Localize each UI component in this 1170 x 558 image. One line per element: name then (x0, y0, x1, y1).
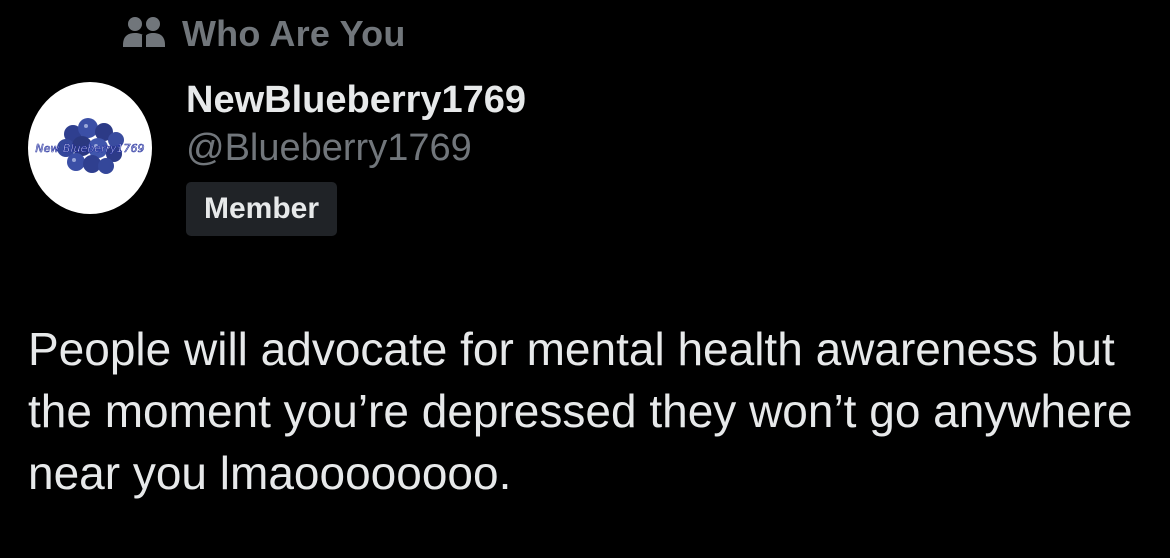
community-name[interactable]: Who Are You (182, 13, 406, 55)
avatar-caption: New Blueberry1769 (35, 142, 144, 155)
display-name[interactable]: NewBlueberry1769 (186, 76, 526, 124)
post-text: People will advocate for mental health a… (28, 323, 1133, 499)
avatar[interactable]: New Blueberry1769 (28, 82, 152, 214)
community-context[interactable]: Who Are You (120, 12, 406, 56)
people-icon (120, 14, 168, 54)
user-info: NewBlueberry1769 @Blueberry1769 Member (186, 76, 526, 236)
user-handle[interactable]: @Blueberry1769 (186, 124, 526, 172)
member-badge: Member (186, 182, 338, 236)
